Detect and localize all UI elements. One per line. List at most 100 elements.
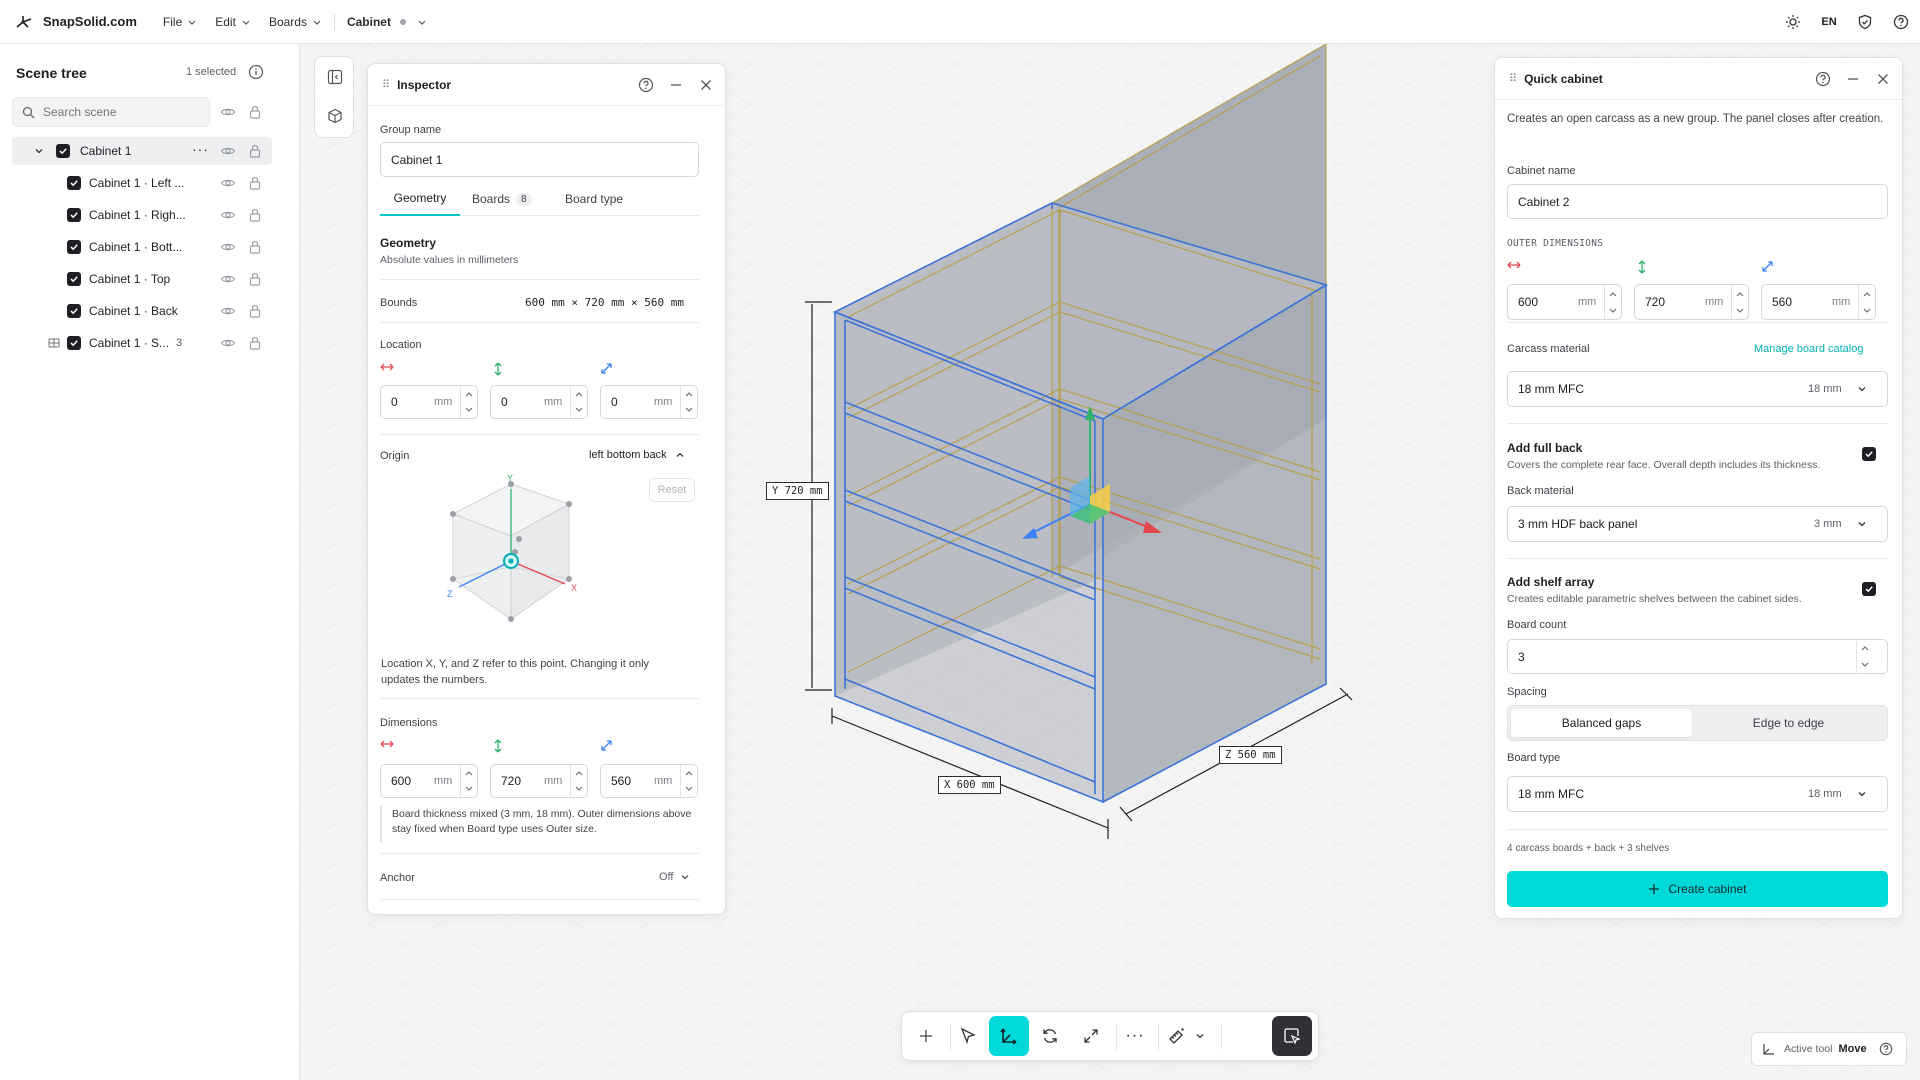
stepper[interactable] <box>460 765 476 797</box>
dimension-y-input[interactable]: 720 mm <box>490 764 588 798</box>
origin-dropdown[interactable]: left bottom back <box>589 449 685 461</box>
tree-item[interactable]: Cabinet 1 · Back <box>0 297 300 325</box>
collapse-panel-icon[interactable] <box>327 69 343 85</box>
location-y-input[interactable]: 0 mm <box>490 385 588 419</box>
chevron-up-icon[interactable] <box>575 770 583 776</box>
stepper[interactable] <box>1858 285 1874 319</box>
tab-boards[interactable]: Boards 8 <box>472 182 532 216</box>
checkbox[interactable] <box>67 176 81 190</box>
rotate-tool-button[interactable] <box>1030 1016 1070 1056</box>
chevron-down-icon[interactable] <box>575 786 583 792</box>
eye-icon[interactable] <box>220 207 236 223</box>
lock-icon[interactable] <box>247 271 263 287</box>
dimension-z-input[interactable]: 560 mm <box>600 764 698 798</box>
chevron-down-icon[interactable] <box>1609 308 1617 314</box>
help-icon[interactable] <box>1815 71 1831 87</box>
chevron-down-icon[interactable] <box>575 407 583 413</box>
chevron-up-icon[interactable] <box>575 391 583 397</box>
tab-geometry[interactable]: Geometry <box>380 182 460 216</box>
more-icon[interactable]: ··· <box>192 141 209 157</box>
chevron-up-icon[interactable] <box>1609 291 1617 297</box>
tree-item[interactable]: Cabinet 1 · Top <box>0 265 300 293</box>
outer-y-input[interactable]: 720 mm <box>1634 284 1749 320</box>
chevron-down-icon[interactable] <box>685 786 693 792</box>
brand[interactable]: SnapSolid.com <box>14 14 137 30</box>
menu-file[interactable]: File <box>163 15 197 29</box>
group-name-input[interactable]: Cabinet 1 <box>380 142 699 177</box>
create-cabinet-button[interactable]: Create cabinet <box>1507 871 1888 907</box>
measure-dropdown[interactable] <box>1188 1016 1212 1056</box>
location-x-input[interactable]: 0 mm <box>380 385 478 419</box>
spacing-edge-to-edge[interactable]: Edge to edge <box>1698 709 1879 737</box>
language-button[interactable]: EN <box>1820 13 1838 31</box>
origin-cube-picker[interactable]: Y X Z <box>443 469 653 639</box>
search-box[interactable] <box>12 97 210 127</box>
lock-icon[interactable] <box>247 335 263 351</box>
chevron-up-icon[interactable] <box>1861 645 1869 651</box>
lock-icon[interactable] <box>247 303 263 319</box>
lock-icon[interactable] <box>247 239 263 255</box>
menu-edit[interactable]: Edit <box>215 15 251 29</box>
manage-board-catalog-link[interactable]: Manage board catalog <box>1754 343 1863 355</box>
outer-x-input[interactable]: 600 mm <box>1507 284 1622 320</box>
chevron-down-icon[interactable] <box>465 407 473 413</box>
help-icon[interactable] <box>1879 1042 1893 1056</box>
shelf-array-checkbox[interactable] <box>1862 582 1876 596</box>
lock-icon[interactable] <box>247 207 263 223</box>
reset-button[interactable]: Reset <box>649 478 695 502</box>
minimize-icon[interactable] <box>668 77 684 93</box>
back-material-select[interactable]: 3 mm HDF back panel 3 mm <box>1507 506 1888 542</box>
spacing-balanced-gaps[interactable]: Balanced gaps <box>1511 709 1692 737</box>
board-count-stepper[interactable] <box>1856 640 1872 673</box>
eye-icon[interactable] <box>220 271 236 287</box>
lock-icon[interactable] <box>247 143 263 159</box>
full-back-checkbox[interactable] <box>1862 447 1876 461</box>
close-icon[interactable] <box>698 77 714 93</box>
eye-icon[interactable] <box>220 335 236 351</box>
tree-item-root[interactable]: Cabinet 1 ··· <box>12 137 272 165</box>
location-z-input[interactable]: 0 mm <box>600 385 698 419</box>
stepper[interactable] <box>460 386 476 418</box>
close-icon[interactable] <box>1875 71 1891 87</box>
tree-item[interactable]: Cabinet 1 · Left ... <box>0 169 300 197</box>
tab-board-type[interactable]: Board type <box>565 182 623 216</box>
chevron-down-icon[interactable] <box>1863 308 1871 314</box>
checkbox[interactable] <box>67 336 81 350</box>
checkbox[interactable] <box>67 240 81 254</box>
checkbox[interactable] <box>56 144 70 158</box>
board-count-input[interactable]: 3 <box>1507 639 1888 674</box>
chevron-down-icon[interactable] <box>34 146 44 156</box>
board-type-select[interactable]: 18 mm MFC 18 mm <box>1507 776 1888 812</box>
chevron-up-icon[interactable] <box>1863 291 1871 297</box>
move-tool-button[interactable] <box>989 1016 1029 1056</box>
select-tool-button[interactable] <box>948 1016 988 1056</box>
chevron-up-icon[interactable] <box>685 391 693 397</box>
more-tools-button[interactable]: ··· <box>1115 1016 1155 1056</box>
lock-icon[interactable] <box>247 104 263 120</box>
chevron-up-icon[interactable] <box>685 770 693 776</box>
chevron-up-icon[interactable] <box>1736 291 1744 297</box>
chevron-down-icon[interactable] <box>685 407 693 413</box>
checkbox[interactable] <box>67 272 81 286</box>
dimension-x-input[interactable]: 600 mm <box>380 764 478 798</box>
stepper[interactable] <box>1731 285 1747 319</box>
chevron-down-icon[interactable] <box>1861 662 1869 668</box>
outer-z-input[interactable]: 560 mm <box>1761 284 1876 320</box>
eye-icon[interactable] <box>220 239 236 255</box>
selection-mode-button[interactable] <box>1272 1016 1312 1056</box>
eye-icon[interactable] <box>220 143 236 159</box>
help-icon[interactable] <box>1892 13 1910 31</box>
lock-icon[interactable] <box>247 175 263 191</box>
stepper[interactable] <box>570 386 586 418</box>
eye-icon[interactable] <box>220 104 236 120</box>
stepper[interactable] <box>570 765 586 797</box>
menu-boards[interactable]: Boards <box>269 15 322 29</box>
scale-tool-button[interactable] <box>1071 1016 1111 1056</box>
drag-handle-icon[interactable]: ⠿ <box>382 78 390 91</box>
checkbox[interactable] <box>67 304 81 318</box>
chevron-up-icon[interactable] <box>465 770 473 776</box>
help-icon[interactable] <box>638 77 654 93</box>
anchor-dropdown[interactable]: Off <box>659 871 690 883</box>
chevron-up-icon[interactable] <box>465 391 473 397</box>
theme-sun-icon[interactable] <box>1784 13 1802 31</box>
